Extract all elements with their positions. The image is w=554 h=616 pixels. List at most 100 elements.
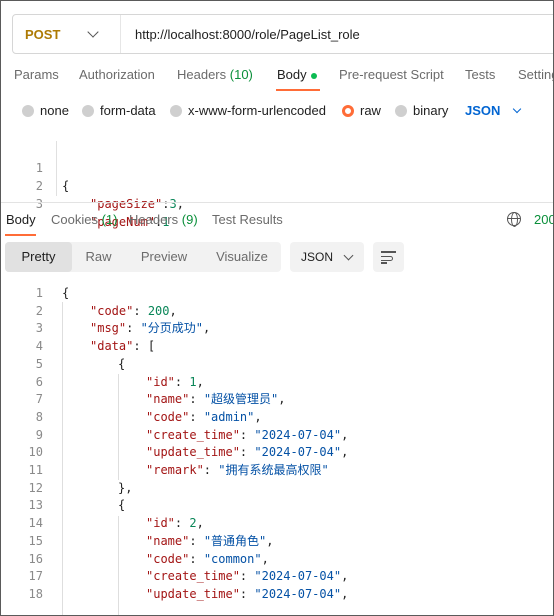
radio-x-www-form-urlencoded[interactable]: x-www-form-urlencoded: [170, 103, 326, 118]
tab-test-results[interactable]: Test Results: [212, 212, 283, 227]
punct: ,: [261, 551, 269, 566]
tab-response-headers[interactable]: Headers (9): [129, 212, 198, 227]
code-text: {: [62, 284, 69, 302]
code-text: "id": 2,: [146, 514, 204, 532]
json-key: "update_time": [146, 586, 240, 601]
response-format-label: JSON: [301, 250, 334, 264]
radio-binary[interactable]: binary: [395, 103, 448, 118]
json-value: "2024-07-04": [254, 586, 342, 601]
punct: [: [147, 339, 156, 354]
tab-tests[interactable]: Tests: [465, 67, 495, 82]
brace: {: [118, 498, 126, 513]
line-number: 18: [28, 586, 43, 601]
punct: ,: [203, 321, 211, 336]
json-key: "data": [90, 339, 134, 354]
raw-format-select[interactable]: JSON: [465, 103, 522, 118]
radio-label: raw: [360, 103, 381, 118]
code-line: 15 "name": "普通角色",: [1, 532, 553, 550]
json-value: 2: [189, 516, 197, 531]
tab-label: Tests: [465, 67, 496, 82]
tab-label: Params: [14, 67, 59, 82]
tab-response-body[interactable]: Body: [6, 212, 36, 227]
tab-cookies[interactable]: Cookies (1): [51, 212, 117, 227]
request-body-editor[interactable]: 1 { 2 "pageSize":3, 3 "pageNum":1: [1, 141, 553, 229]
url-input[interactable]: http://localhost:8000/role/PageList_role: [121, 27, 360, 42]
body-has-content-dot: [310, 72, 317, 79]
code-line: 17 "create_time": "2024-07-04",: [1, 567, 553, 585]
code-line: 16 "code": "common",: [1, 550, 553, 568]
radio-none[interactable]: none: [22, 103, 69, 118]
view-mode-toolbar: Pretty Raw Preview Visualize: [5, 242, 281, 272]
code-text: "data": [: [90, 337, 155, 355]
line-number: 13: [28, 498, 43, 513]
view-pretty-button[interactable]: Pretty: [5, 242, 72, 272]
tab-settings[interactable]: Settings: [518, 67, 553, 82]
tab-headers[interactable]: Headers (10): [177, 67, 253, 82]
cookies-count: (1): [101, 212, 118, 227]
tab-label: Headers: [129, 212, 179, 227]
line-number: 11: [28, 463, 43, 477]
code-line: 3 "msg": "分页成功",: [1, 319, 553, 337]
response-body-editor[interactable]: 1{2 "code": 200, 3 "msg": "分页成功", 4 "data": […: [1, 284, 553, 615]
tab-body[interactable]: Body: [277, 67, 317, 82]
active-tab-indicator: [5, 234, 36, 236]
json-value: 200: [147, 303, 170, 318]
tab-label: Body: [277, 67, 307, 82]
headers-count: (10): [229, 67, 253, 82]
punct: :: [189, 392, 204, 407]
radio-circle: [22, 104, 34, 117]
radio-form-data[interactable]: form-data: [82, 103, 156, 118]
globe-icon[interactable]: [507, 212, 521, 227]
code-line: 7 "name": "超级管理员",: [1, 390, 553, 408]
radio-label: none: [40, 103, 69, 118]
view-preview-button[interactable]: Preview: [125, 242, 203, 272]
brace: {: [118, 356, 126, 371]
json-key: "update_time": [146, 445, 240, 460]
wrap-lines-button[interactable]: [373, 242, 404, 272]
response-format-select[interactable]: JSON: [290, 242, 364, 272]
view-raw-button[interactable]: Raw: [72, 242, 125, 272]
punct: :: [239, 427, 255, 442]
punct: ,: [341, 445, 349, 460]
method-select[interactable]: POST: [13, 15, 121, 53]
code-line: 8 "code": "admin",: [1, 408, 553, 426]
code-line: 9 "create_time": "2024-07-04",: [1, 426, 553, 444]
code-text: "update_time": "2024-07-04",: [146, 585, 348, 603]
response-status[interactable]: 200: [534, 212, 553, 227]
chevron-down-icon: [343, 250, 354, 260]
tab-pre-request-script[interactable]: Pre-request Script: [339, 67, 444, 82]
pane-divider[interactable]: [1, 202, 553, 203]
punct: ,: [254, 409, 262, 424]
code-text: "code": "common",: [146, 550, 269, 568]
request-url-bar: POST http://localhost:8000/role/PageList…: [12, 14, 553, 54]
view-visualize-button[interactable]: Visualize: [203, 242, 281, 272]
code-line: 2 "pageSize":3,: [1, 159, 553, 211]
radio-circle: [170, 104, 182, 117]
code-line: 5{: [1, 355, 553, 373]
punct: :: [189, 551, 204, 566]
request-tabs: Params Authorization Headers (10) Body P…: [1, 67, 553, 89]
tab-authorization[interactable]: Authorization: [79, 67, 155, 82]
radio-circle: [82, 104, 94, 117]
json-key: "id": [146, 374, 175, 389]
line-number: 3: [35, 197, 43, 211]
code-text: "create_time": "2024-07-04",: [146, 567, 348, 585]
json-key: "code": [146, 409, 190, 424]
line-number: 4: [35, 339, 43, 354]
code-text: "id": 1,: [146, 373, 204, 391]
punct: :: [133, 339, 148, 354]
tab-params[interactable]: Params: [14, 67, 59, 82]
json-value: 3: [169, 197, 177, 211]
tab-label: Authorization: [79, 67, 155, 82]
wrap-icon-part: [381, 256, 393, 261]
tab-label: Cookies: [51, 212, 98, 227]
json-value: "普通角色": [203, 533, 267, 548]
code-text: "name": "超级管理员",: [146, 390, 286, 408]
line-number: 14: [28, 516, 43, 531]
active-tab-indicator: [276, 89, 320, 91]
json-key: "remark": [146, 463, 204, 477]
radio-circle: [342, 104, 354, 117]
radio-raw[interactable]: raw: [342, 103, 381, 118]
code-text: "create_time": "2024-07-04",: [146, 426, 348, 444]
punct: :: [239, 445, 255, 460]
